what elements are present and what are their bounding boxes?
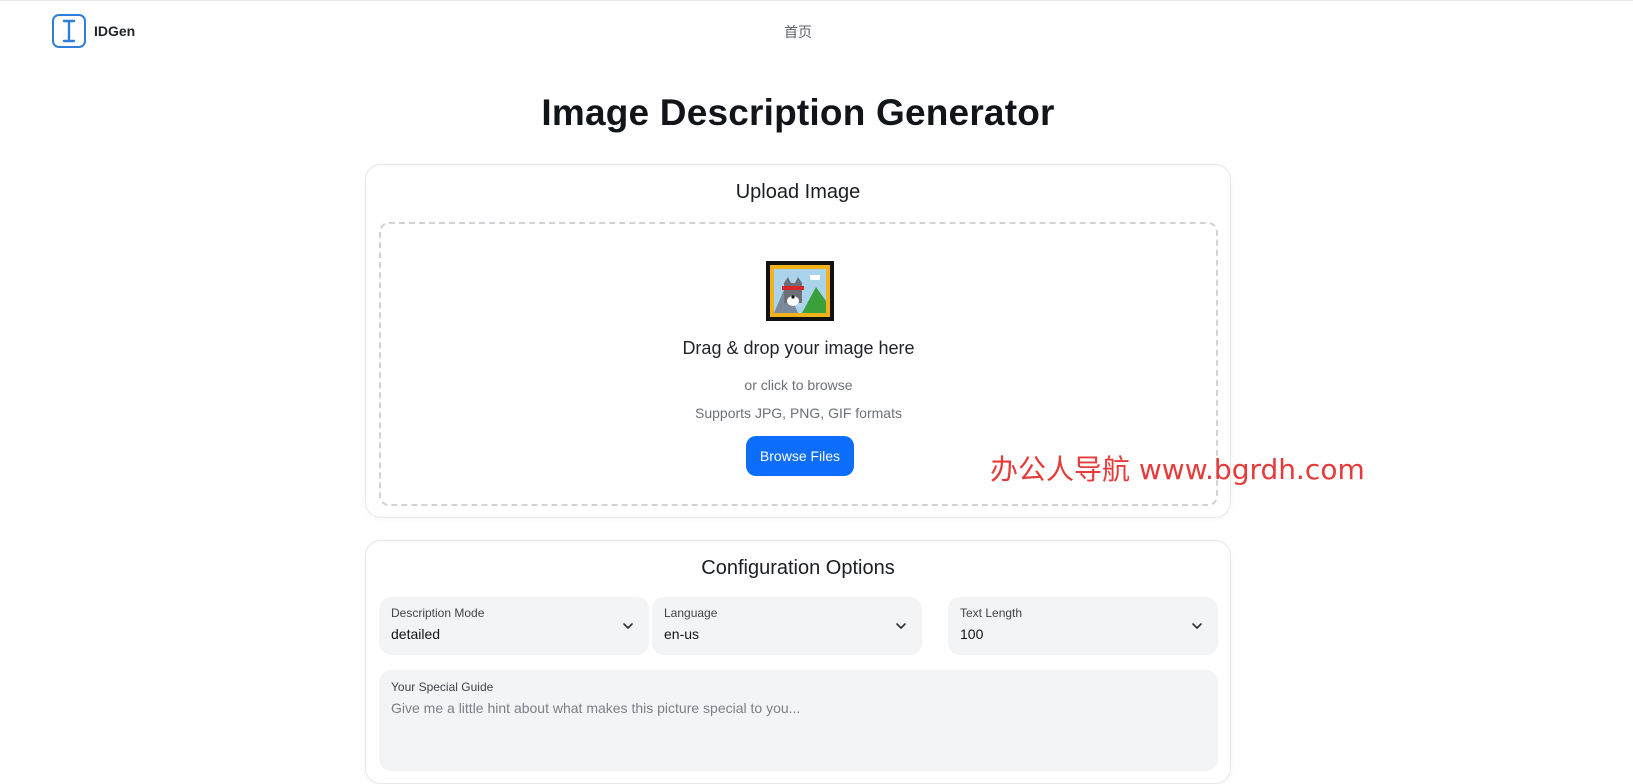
config-card: Configuration Options Description Mode d… — [365, 540, 1231, 784]
language-select[interactable]: Language en-us — [652, 597, 922, 655]
special-guide-field: Your Special Guide — [379, 670, 1218, 771]
browse-files-button[interactable]: Browse Files — [746, 436, 854, 476]
select-value: en-us — [664, 626, 700, 642]
special-guide-label: Your Special Guide — [391, 680, 494, 694]
brand-name: IDGen — [94, 23, 136, 39]
nav-home-link[interactable]: 首页 — [784, 22, 812, 42]
page-title: Image Description Generator — [541, 92, 1055, 133]
framed-picture-icon — [766, 261, 834, 321]
drop-instruction: Drag & drop your image here — [682, 338, 915, 358]
select-label: Description Mode — [391, 606, 485, 620]
supported-formats: Supports JPG, PNG, GIF formats — [695, 405, 902, 421]
config-card-title: Configuration Options — [701, 557, 895, 579]
description-mode-select[interactable]: Description Mode detailed — [379, 597, 649, 655]
watermark-text: 办公人导航 www.bgrdh.com — [990, 453, 1365, 486]
chevron-down-icon — [623, 623, 633, 629]
header: IDGen 首页 — [0, 0, 1633, 62]
text-cursor-icon — [52, 14, 86, 48]
special-guide-input[interactable] — [391, 700, 1201, 760]
chevron-down-icon — [896, 623, 906, 629]
select-value: detailed — [391, 626, 441, 642]
text-length-select[interactable]: Text Length 100 — [948, 597, 1218, 655]
select-value: 100 — [960, 626, 984, 642]
select-label: Language — [664, 606, 718, 620]
chevron-down-icon — [1192, 623, 1202, 629]
browse-hint: or click to browse — [744, 377, 853, 393]
upload-card-title: Upload Image — [735, 181, 861, 203]
brand-logo[interactable]: IDGen — [52, 14, 135, 48]
select-label: Text Length — [960, 606, 1023, 620]
